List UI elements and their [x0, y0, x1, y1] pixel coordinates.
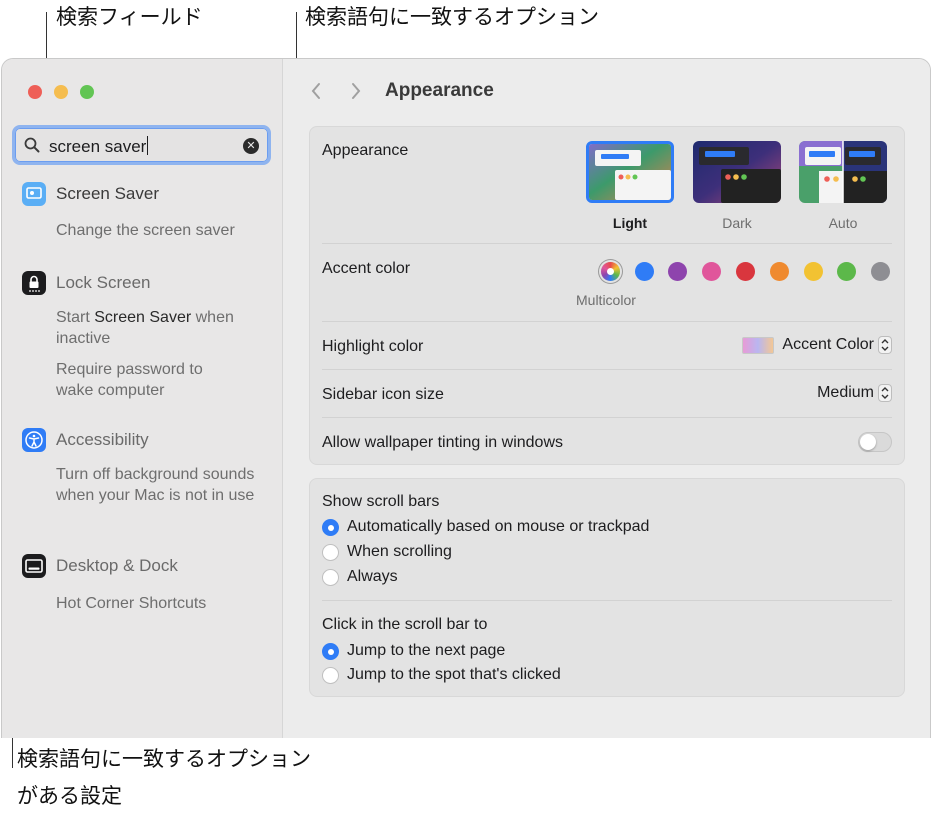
callout-settings-line2: がある設定: [17, 784, 122, 808]
accent-selected-name: Multicolor: [576, 292, 636, 308]
accent-swatch-blue[interactable]: [635, 262, 654, 281]
settings-window: screen saver ✕ Screen Saver Change the s…: [1, 58, 931, 738]
sidebar-option-hot-corners[interactable]: Hot Corner Shortcuts: [56, 593, 276, 614]
radio-jump-next-page[interactable]: Jump to the next page: [322, 642, 505, 660]
sidebar-item-screen-saver[interactable]: Screen Saver: [22, 181, 159, 207]
sidebar-option-start-screen-saver[interactable]: Start Screen Saver when inactive: [56, 307, 236, 349]
appearance-option-light[interactable]: [586, 141, 674, 203]
page-title: Appearance: [385, 80, 494, 101]
sidebar-option-require-password[interactable]: Require password to wake computer: [56, 359, 236, 401]
sidebar-item-lock-screen[interactable]: Lock Screen: [22, 270, 151, 296]
sidebar-icon-size-value: Medium: [817, 384, 874, 401]
show-scroll-bars-label: Show scroll bars: [322, 493, 440, 510]
accent-swatch-pink[interactable]: [702, 262, 721, 281]
appearance-dark-label: Dark: [722, 215, 752, 231]
scroll-bars-card: Show scroll bars Automatically based on …: [309, 478, 905, 697]
chevron-updown-icon: [878, 384, 892, 402]
callout-search-field: 検索フィールド: [56, 5, 203, 29]
accessibility-icon: [22, 428, 46, 452]
accent-swatch-orange[interactable]: [770, 262, 789, 281]
back-icon[interactable]: [309, 81, 323, 101]
highlight-color-popup[interactable]: Accent Color: [742, 336, 892, 354]
radio-scroll-always[interactable]: Always: [322, 568, 398, 586]
divider: [322, 243, 892, 244]
chevron-updown-icon: [878, 336, 892, 354]
accent-swatch-green[interactable]: [837, 262, 856, 281]
accent-swatch-red[interactable]: [736, 262, 755, 281]
accent-swatch-graphite[interactable]: [871, 262, 890, 281]
search-field[interactable]: screen saver ✕: [12, 125, 271, 165]
accent-swatch-multicolor[interactable]: [601, 262, 620, 281]
screen-saver-icon: [22, 182, 46, 206]
accent-swatch-purple[interactable]: [668, 262, 687, 281]
divider: [322, 417, 892, 418]
appearance-option-auto[interactable]: [799, 141, 887, 203]
sidebar-option-background-sounds[interactable]: Turn off background sounds when your Mac…: [56, 464, 266, 506]
click-scroll-bar-label: Click in the scroll bar to: [322, 616, 488, 633]
search-icon: [24, 137, 40, 153]
divider: [322, 321, 892, 322]
sidebar: screen saver ✕ Screen Saver Change the s…: [2, 59, 283, 738]
lock-icon: [22, 271, 46, 295]
accent-swatch-yellow[interactable]: [804, 262, 823, 281]
radio-scroll-automatic[interactable]: Automatically based on mouse or trackpad: [322, 518, 649, 536]
sidebar-item-accessibility[interactable]: Accessibility: [22, 427, 149, 453]
main-pane: Appearance Appearance Light Dark Auto Ac…: [283, 59, 930, 738]
dock-icon: [22, 554, 46, 578]
sidebar-item-label: Accessibility: [56, 430, 149, 449]
highlight-swatch: [742, 336, 775, 354]
minimize-window-button[interactable]: [54, 85, 68, 99]
sidebar-item-label: Lock Screen: [56, 273, 151, 292]
sidebar-item-label: Screen Saver: [56, 184, 159, 203]
highlight-value: Accent Color: [782, 336, 874, 353]
radio-scroll-when-scrolling[interactable]: When scrolling: [322, 543, 452, 561]
appearance-card: Appearance Light Dark Auto Accent color: [309, 126, 905, 465]
appearance-light-label: Light: [612, 215, 648, 231]
close-window-button[interactable]: [28, 85, 42, 99]
appearance-option-dark[interactable]: [693, 141, 781, 203]
divider: [322, 369, 892, 370]
sidebar-option-change-screen-saver[interactable]: Change the screen saver: [56, 220, 276, 241]
forward-icon[interactable]: [349, 81, 363, 101]
clear-search-icon[interactable]: ✕: [243, 138, 259, 154]
sidebar-item-desktop-dock[interactable]: Desktop & Dock: [22, 553, 178, 579]
wallpaper-tinting-label: Allow wallpaper tinting in windows: [322, 434, 564, 451]
zoom-window-button[interactable]: [80, 85, 94, 99]
callout-settings-line1: 検索語句に一致するオプション: [17, 747, 311, 771]
radio-jump-to-spot[interactable]: Jump to the spot that's clicked: [322, 666, 561, 684]
highlight-color-label: Highlight color: [322, 338, 424, 355]
appearance-label: Appearance: [322, 142, 409, 159]
callout-matching-options: 検索語句に一致するオプション: [305, 5, 599, 29]
divider: [322, 600, 892, 601]
sidebar-icon-size-popup[interactable]: Medium: [817, 384, 892, 402]
accent-color-label: Accent color: [322, 260, 411, 277]
search-input[interactable]: screen saver: [49, 136, 149, 157]
sidebar-item-label: Desktop & Dock: [56, 556, 178, 575]
wallpaper-tinting-toggle[interactable]: [858, 432, 892, 452]
appearance-auto-label: Auto: [828, 215, 858, 231]
sidebar-icon-size-label: Sidebar icon size: [322, 386, 444, 403]
